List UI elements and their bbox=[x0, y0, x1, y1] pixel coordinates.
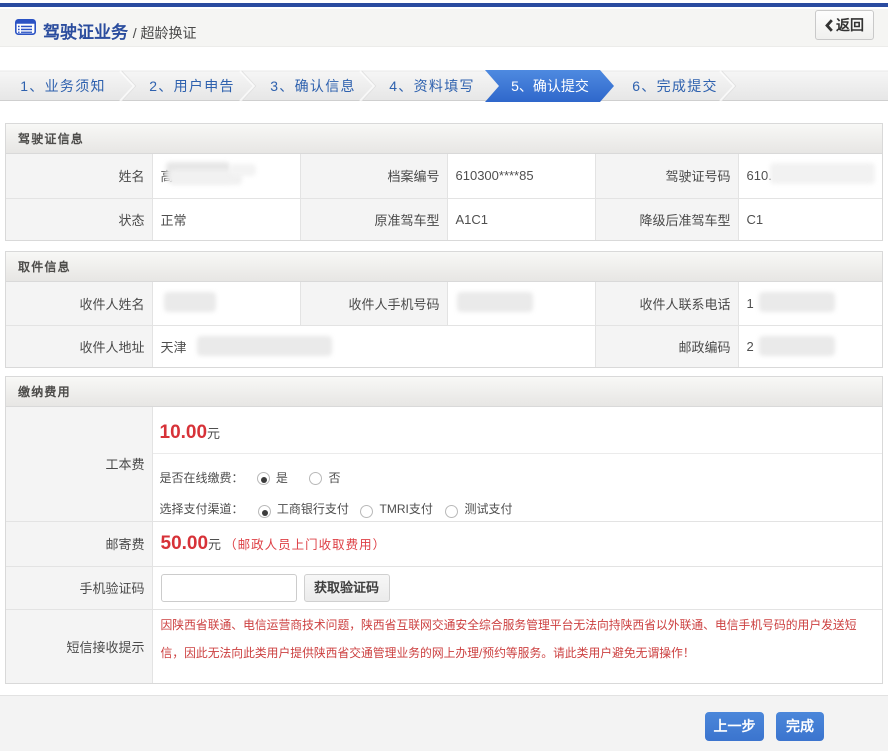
svg-text:1、业务须知: 1、业务须知 bbox=[20, 78, 106, 94]
svg-text:5、确认提交: 5、确认提交 bbox=[511, 78, 589, 94]
svg-text:4、资料填写: 4、资料填写 bbox=[389, 78, 475, 94]
svg-text:2、用户申告: 2、用户申告 bbox=[149, 78, 235, 94]
svg-text:3、确认信息: 3、确认信息 bbox=[270, 78, 356, 94]
svg-text:6、完成提交: 6、完成提交 bbox=[632, 78, 718, 94]
